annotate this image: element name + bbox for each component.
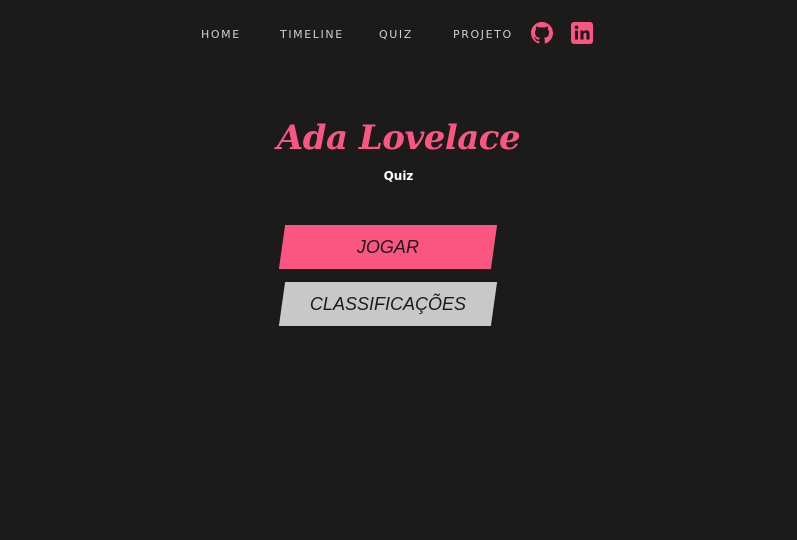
nav-link-quiz[interactable]: QUIZ bbox=[379, 28, 413, 41]
play-button-label: JOGAR bbox=[356, 236, 419, 257]
nav-link-home[interactable]: HOME bbox=[201, 28, 241, 41]
play-button[interactable]: JOGAR bbox=[278, 225, 498, 269]
linkedin-icon[interactable] bbox=[571, 22, 593, 44]
nav-link-projeto[interactable]: PROJETO bbox=[453, 28, 513, 41]
page-subtitle: Quiz bbox=[383, 169, 414, 183]
rankings-button-label: CLASSIFICAÇÕES bbox=[309, 293, 467, 314]
github-icon[interactable] bbox=[531, 22, 553, 44]
nav-link-timeline[interactable]: TIMELINE bbox=[280, 28, 344, 41]
top-nav: HOME TIMELINE QUIZ PROJETO bbox=[0, 22, 797, 48]
rankings-button[interactable]: CLASSIFICAÇÕES bbox=[278, 282, 498, 326]
page-title: Ada Lovelace bbox=[276, 118, 521, 158]
